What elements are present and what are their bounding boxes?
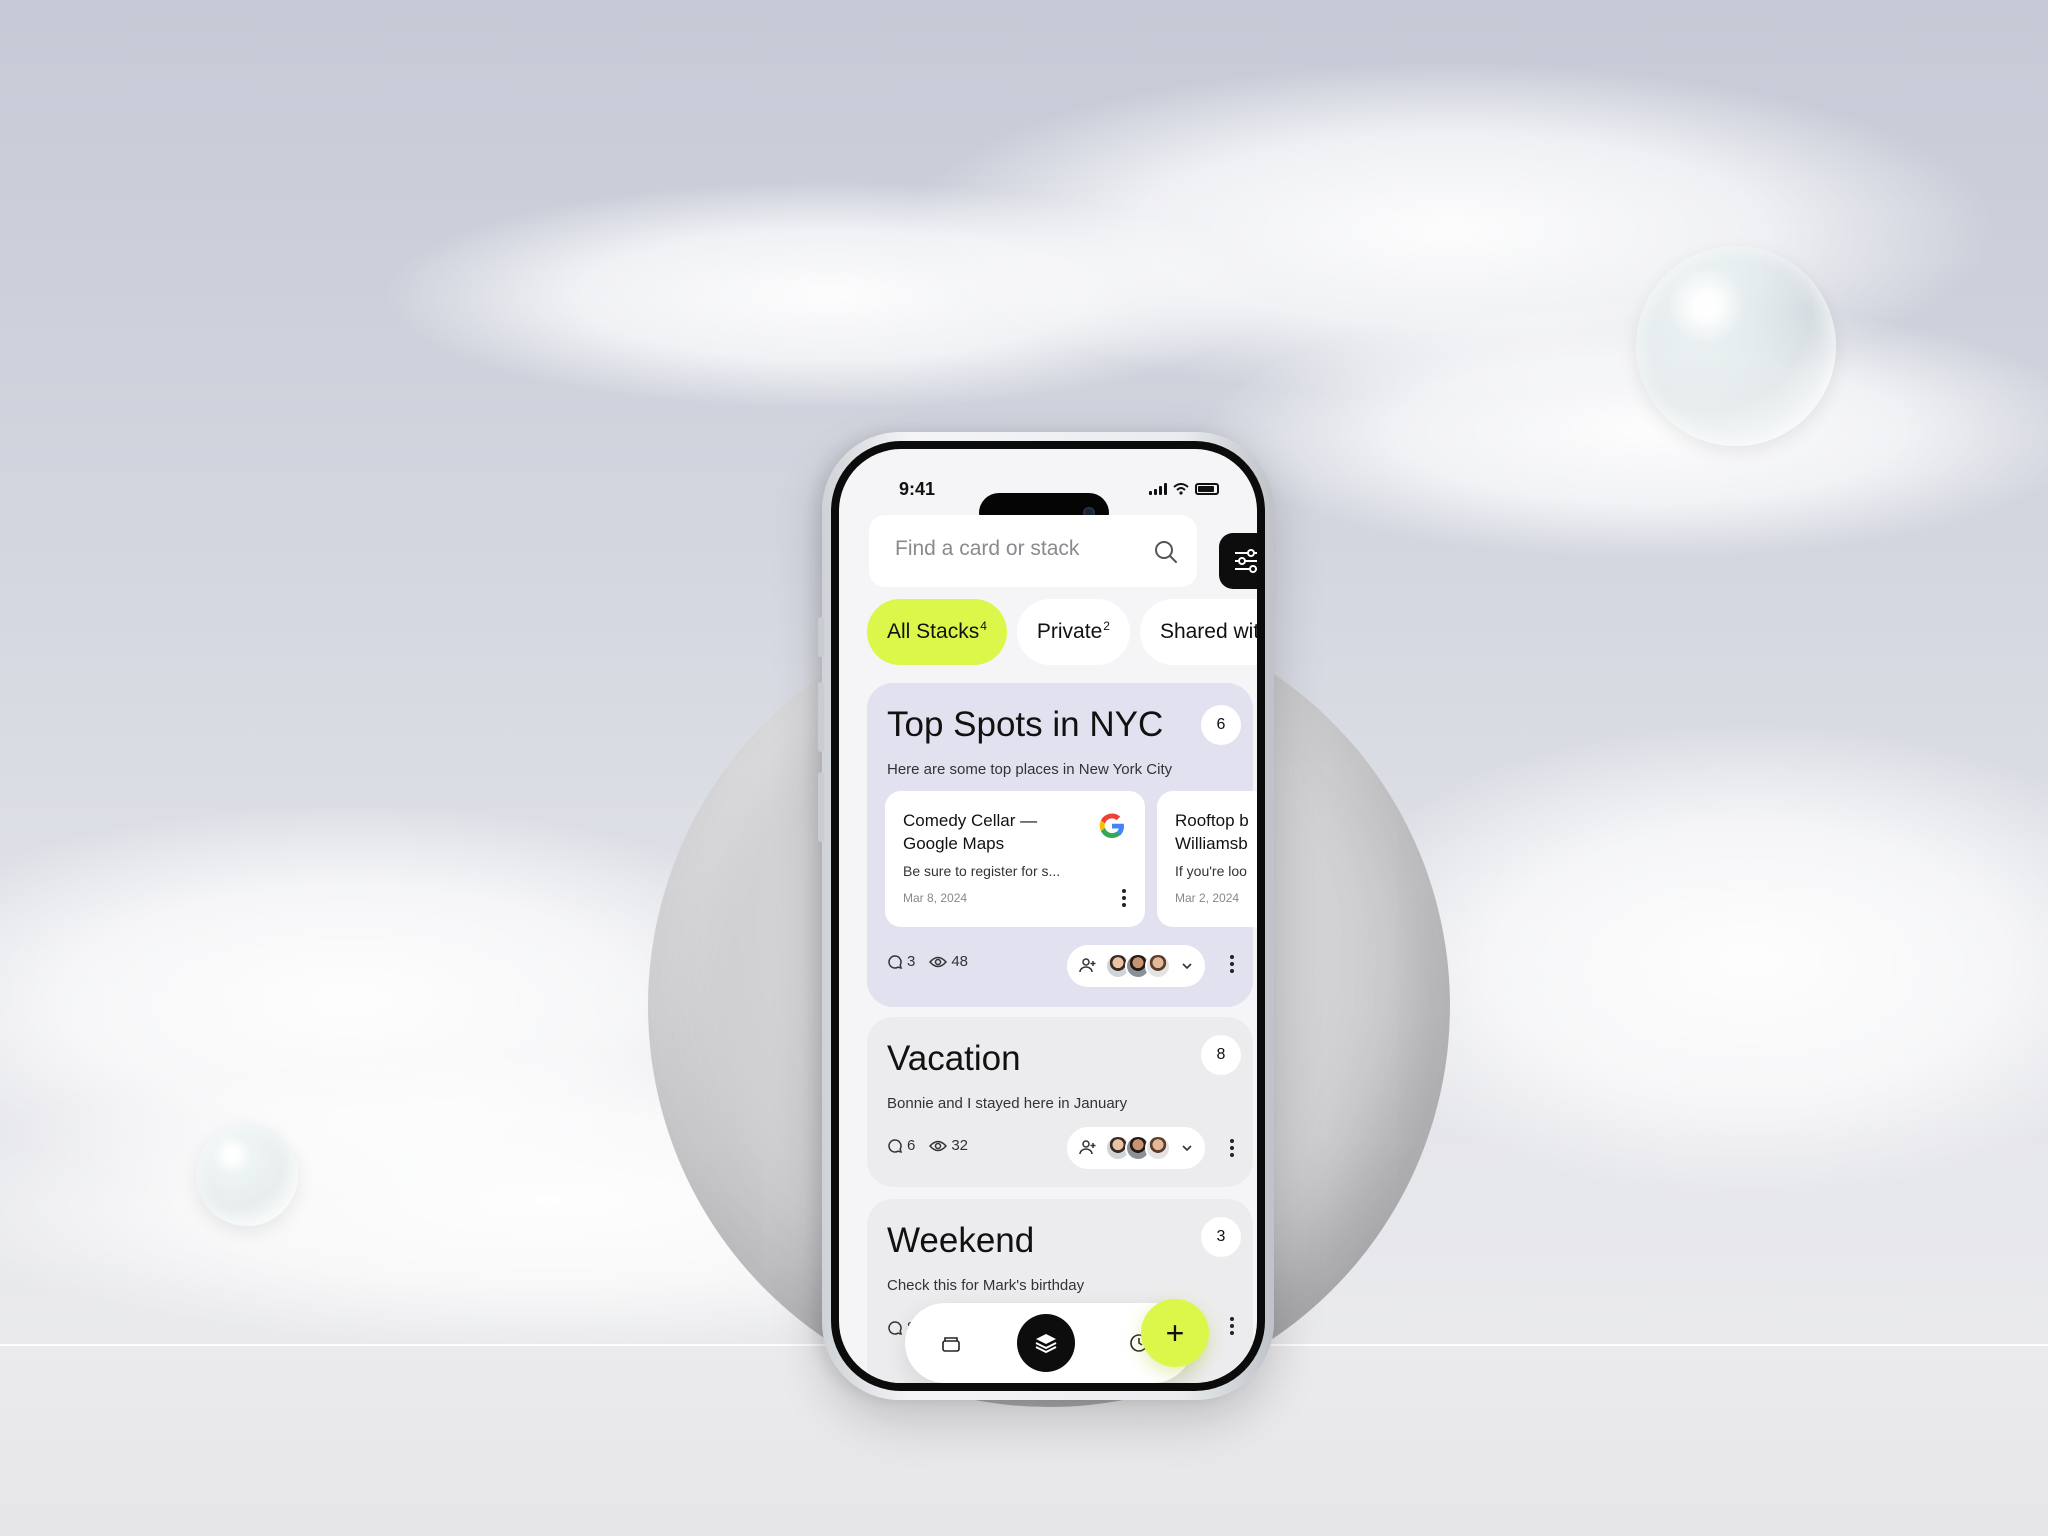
cards-icon bbox=[942, 1337, 960, 1352]
share-members-button[interactable] bbox=[1067, 1127, 1205, 1169]
eye-icon bbox=[929, 956, 948, 967]
stack-title: Vacation bbox=[887, 1039, 1021, 1078]
stack-count-badge: 3 bbox=[1201, 1217, 1241, 1257]
chip-count: 4 bbox=[980, 619, 987, 633]
app-screen: 9:41 Find a card or stack All Stacks 4 P… bbox=[839, 449, 1257, 1383]
comments-count: 3 bbox=[907, 953, 916, 970]
stack-subtitle: Check this for Mark's birthday bbox=[887, 1277, 1085, 1294]
bubble bbox=[1636, 246, 1836, 446]
status-icons bbox=[1149, 483, 1219, 495]
side-button bbox=[818, 682, 824, 752]
chip-count: 2 bbox=[1103, 619, 1110, 633]
stack-card-top-spots[interactable]: Top Spots in NYC 6 Here are some top pla… bbox=[867, 683, 1257, 1007]
side-button bbox=[818, 617, 824, 657]
link-card-desc: Be sure to register for s... bbox=[903, 863, 1061, 879]
add-person-icon bbox=[1079, 958, 1096, 973]
search-icon[interactable] bbox=[1153, 539, 1179, 565]
link-card[interactable]: Comedy Cellar — Google Maps Be sure to r… bbox=[885, 791, 1145, 927]
link-card-desc: If you're loo bbox=[1175, 863, 1247, 879]
stack-count-badge: 6 bbox=[1201, 705, 1241, 745]
chip-all-stacks[interactable]: All Stacks 4 bbox=[867, 599, 1007, 665]
status-time: 9:41 bbox=[899, 479, 936, 499]
filter-chips: All Stacks4 Private2 Shared with bbox=[867, 599, 1257, 665]
chip-label: Shared with bbox=[1159, 620, 1257, 643]
signal-icon bbox=[1149, 483, 1167, 495]
member-avatars bbox=[1105, 1135, 1171, 1161]
phone-bezel: 9:41 Find a card or stack All Stacks 4 P… bbox=[831, 441, 1265, 1391]
views-stat: 32 bbox=[929, 1137, 968, 1154]
share-members-button[interactable] bbox=[1067, 945, 1205, 987]
filter-button[interactable] bbox=[1219, 533, 1257, 589]
stack-subtitle: Here are some top places in New York Cit… bbox=[887, 761, 1173, 778]
plus-icon: + bbox=[1165, 1314, 1185, 1351]
chip-private[interactable]: Private 2 bbox=[1016, 599, 1130, 665]
stacks-icon bbox=[1035, 1334, 1057, 1354]
google-icon bbox=[1099, 813, 1124, 838]
member-avatars bbox=[1105, 953, 1171, 979]
link-card-date: Mar 2, 2024 bbox=[1175, 891, 1240, 905]
side-button bbox=[818, 772, 824, 842]
chip-label: Private bbox=[1036, 620, 1103, 643]
chip-shared[interactable]: Shared with bbox=[1139, 599, 1257, 665]
comments-count: 6 bbox=[907, 1137, 916, 1154]
more-icon[interactable] bbox=[1229, 1139, 1235, 1159]
avatar bbox=[1145, 1135, 1171, 1161]
chevron-down-icon bbox=[1182, 1145, 1192, 1152]
more-icon[interactable] bbox=[1229, 1317, 1235, 1337]
link-card-date: Mar 8, 2024 bbox=[903, 891, 968, 905]
cloud bbox=[1200, 300, 2048, 560]
tab-stacks[interactable] bbox=[1017, 1314, 1075, 1372]
phone-device: 9:41 Find a card or stack All Stacks 4 P… bbox=[818, 432, 1274, 1400]
stack-card-vacation[interactable]: Vacation 8 Bonnie and I stayed here in J… bbox=[867, 1017, 1253, 1187]
link-card[interactable]: Rooftop b Williamsb If you're loo Mar 2,… bbox=[1157, 791, 1257, 927]
link-card-title: Comedy Cellar — Google Maps bbox=[903, 811, 1038, 853]
stack-stats: 6 32 bbox=[887, 1137, 968, 1154]
stack-subtitle: Bonnie and I stayed here in January bbox=[887, 1095, 1128, 1112]
comments-stat: 6 bbox=[887, 1137, 915, 1154]
comment-icon bbox=[888, 954, 903, 969]
wifi-icon bbox=[1173, 483, 1189, 495]
search-input[interactable]: Find a card or stack bbox=[869, 515, 1197, 587]
chevron-down-icon bbox=[1182, 963, 1192, 970]
stack-count-badge: 8 bbox=[1201, 1035, 1241, 1075]
comments-stat: 3 bbox=[887, 953, 915, 970]
comment-icon bbox=[888, 1320, 903, 1335]
status-bar: 9:41 bbox=[839, 479, 1257, 533]
tab-cards[interactable] bbox=[925, 1317, 977, 1369]
chip-label: All Stacks bbox=[887, 620, 980, 643]
views-count: 48 bbox=[951, 953, 969, 970]
eye-icon bbox=[929, 1140, 948, 1151]
comment-icon bbox=[888, 1138, 903, 1153]
battery-icon bbox=[1195, 483, 1219, 495]
stack-title: Weekend bbox=[887, 1221, 1035, 1260]
bubble bbox=[196, 1124, 298, 1226]
more-icon[interactable] bbox=[1121, 889, 1127, 909]
link-card-title: Rooftop b Williamsb bbox=[1175, 811, 1249, 853]
more-icon[interactable] bbox=[1229, 955, 1235, 975]
stack-title: Top Spots in NYC bbox=[887, 705, 1164, 744]
views-count: 32 bbox=[951, 1137, 969, 1154]
add-person-icon bbox=[1079, 1140, 1096, 1155]
stack-stats: 3 48 bbox=[887, 953, 968, 970]
search-placeholder: Find a card or stack bbox=[895, 537, 1080, 560]
add-button[interactable]: + bbox=[1141, 1299, 1209, 1367]
avatar bbox=[1145, 953, 1171, 979]
views-stat: 48 bbox=[929, 953, 968, 970]
sliders-icon bbox=[1235, 549, 1257, 573]
